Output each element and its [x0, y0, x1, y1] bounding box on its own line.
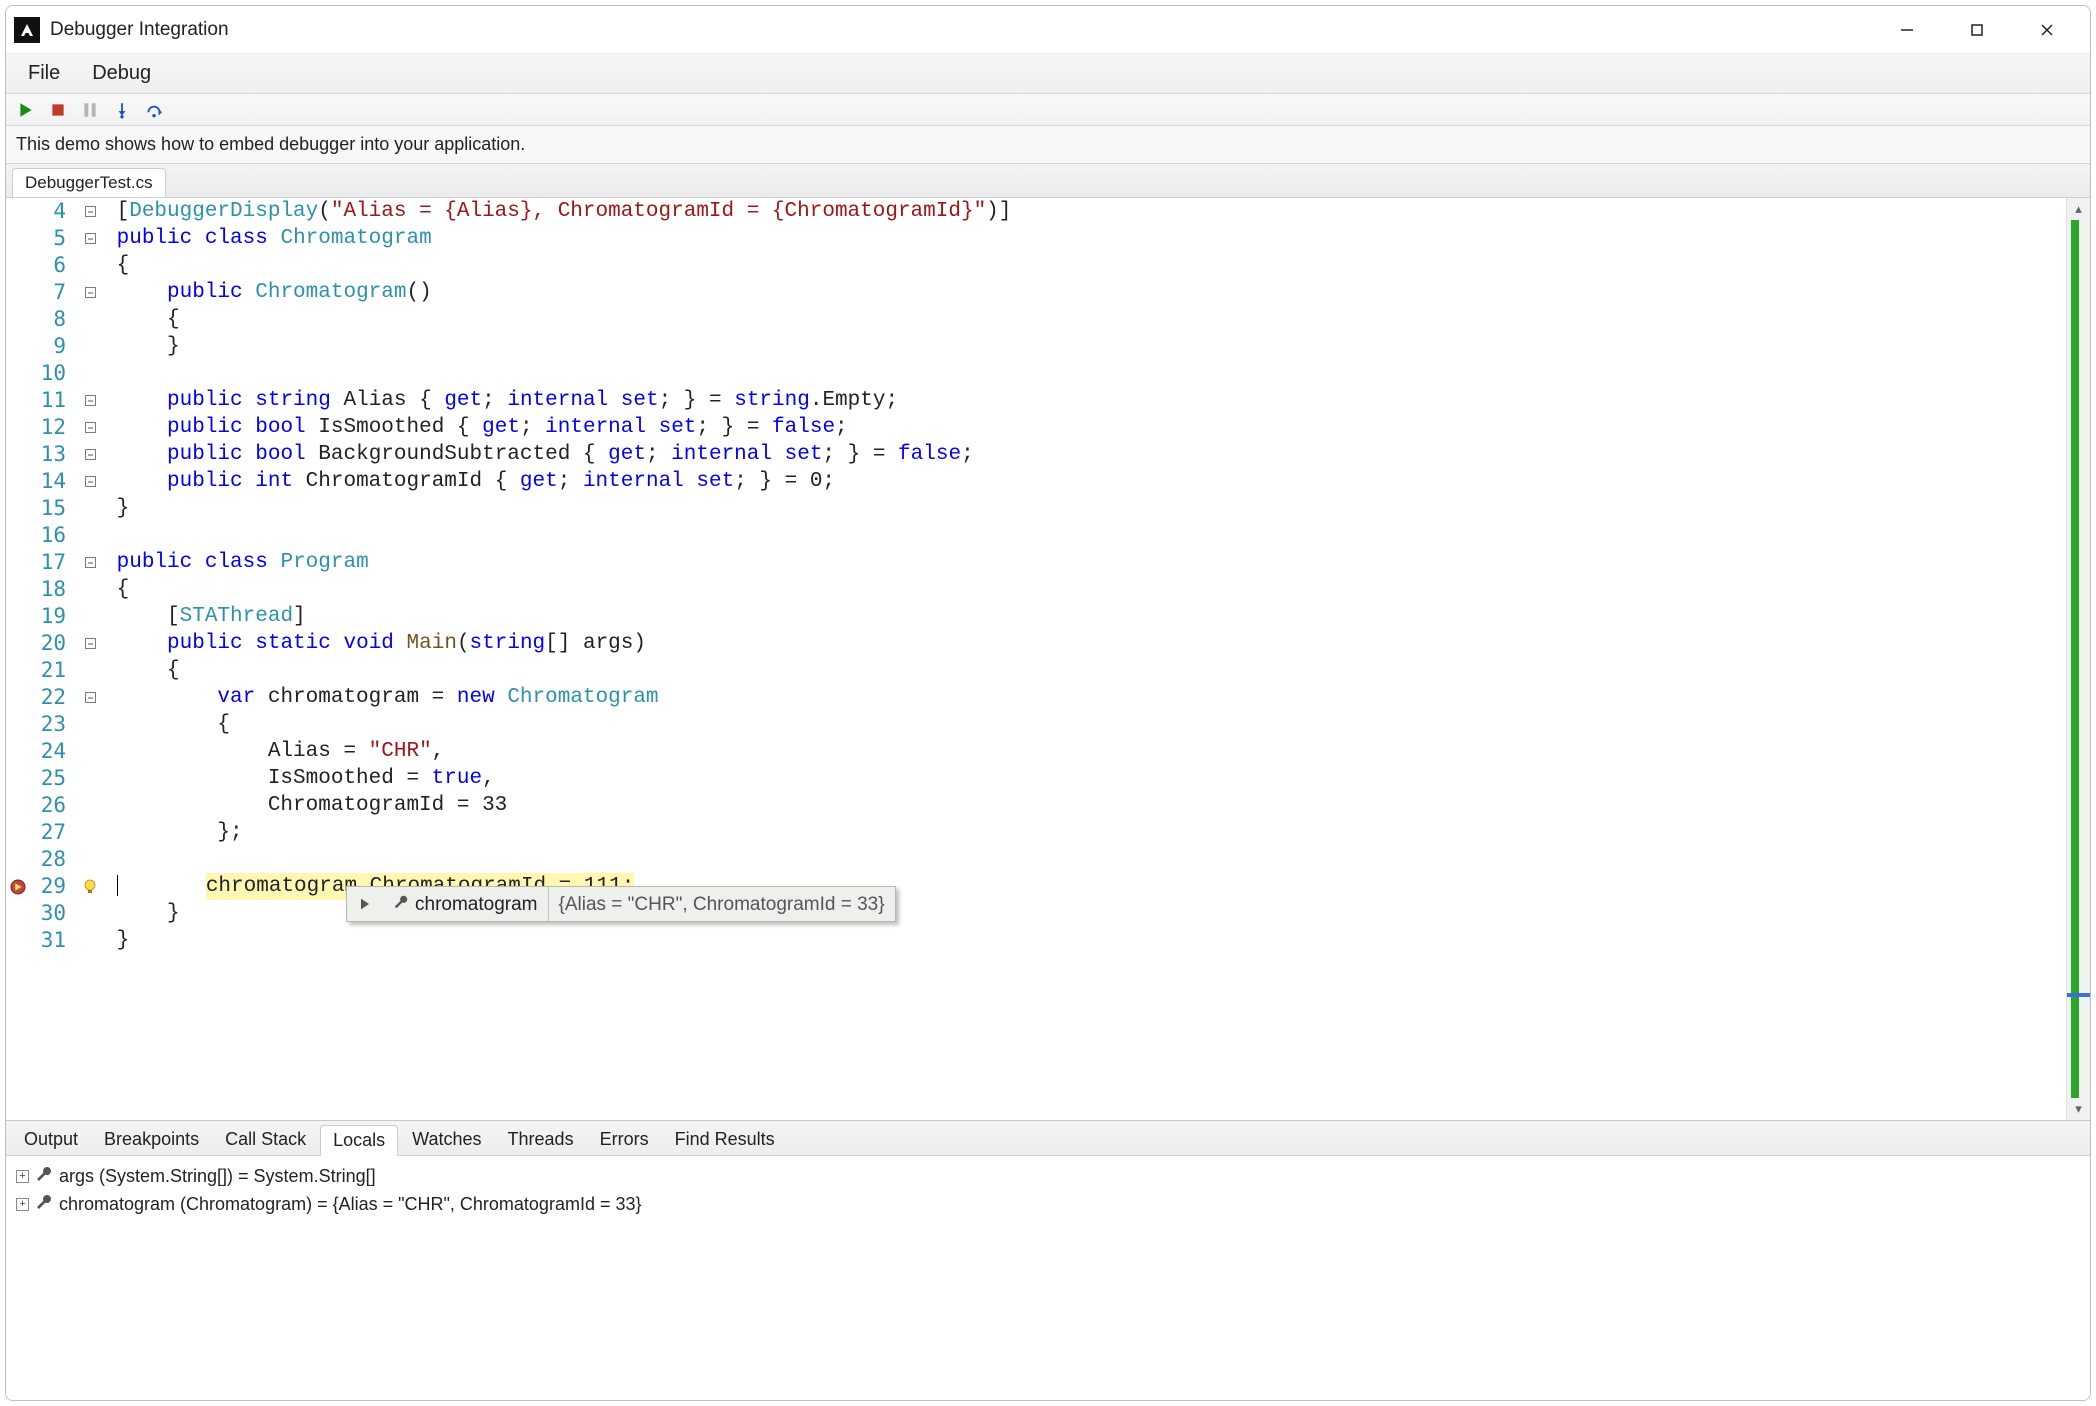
expand-icon[interactable]: + [16, 1170, 29, 1183]
menu-bar: File Debug [6, 54, 2090, 94]
expand-chevron-icon[interactable] [357, 896, 373, 912]
lightbulb-icon[interactable] [80, 878, 100, 896]
text-caret [117, 875, 118, 896]
tab-callstack[interactable]: Call Stack [213, 1125, 318, 1155]
panel-tab-strip: Output Breakpoints Call Stack Locals Wat… [6, 1121, 2090, 1156]
tab-errors[interactable]: Errors [588, 1125, 661, 1155]
fold-toggle[interactable] [85, 422, 96, 433]
debug-hover-tooltip[interactable]: chromatogram {Alias = "CHR", Chromatogra… [346, 886, 896, 922]
fold-toggle[interactable] [85, 476, 96, 487]
menu-debug[interactable]: Debug [76, 58, 167, 89]
tab-breakpoints[interactable]: Breakpoints [92, 1125, 211, 1155]
close-button[interactable] [2012, 7, 2082, 53]
locals-value: chromatogram (Chromatogram) = {Alias = "… [59, 1194, 642, 1215]
window-title: Debugger Integration [50, 19, 229, 41]
fold-toggle[interactable] [85, 206, 96, 217]
step-over-button[interactable] [140, 97, 168, 123]
code-body[interactable]: [DebuggerDisplay("Alias = {Alias}, Chrom… [100, 198, 2066, 1120]
editor-tab-strip: DebuggerTest.cs [6, 164, 2090, 198]
scroll-up-icon[interactable]: ▴ [2067, 198, 2090, 220]
toolbar [6, 94, 2090, 126]
pause-button[interactable] [76, 97, 104, 123]
run-button[interactable] [12, 97, 40, 123]
wrench-icon [393, 891, 409, 918]
overview-change-marker [2071, 220, 2079, 1098]
fold-toggle[interactable] [85, 395, 96, 406]
locals-value: args (System.String[]) = System.String[] [59, 1166, 376, 1187]
overview-caret-marker [2067, 993, 2090, 997]
fold-toggle[interactable] [85, 233, 96, 244]
tab-output[interactable]: Output [12, 1125, 90, 1155]
hover-var-value: {Alias = "CHR", ChromatogramId = 33} [549, 887, 895, 921]
fold-toggle[interactable] [85, 287, 96, 298]
expand-icon[interactable]: + [16, 1198, 29, 1211]
fold-toggle[interactable] [85, 449, 96, 460]
fold-toggle[interactable] [85, 638, 96, 649]
maximize-button[interactable] [1942, 7, 2012, 53]
tab-findresults[interactable]: Find Results [663, 1125, 787, 1155]
locals-row[interactable]: + args (System.String[]) = System.String… [16, 1162, 2080, 1190]
menu-file[interactable]: File [12, 58, 76, 89]
fold-toggle[interactable] [85, 557, 96, 568]
step-into-button[interactable] [108, 97, 136, 123]
code-editor[interactable]: 4 5 6 7 8 9 10 11 12 [6, 198, 2090, 1120]
locals-panel[interactable]: + args (System.String[]) = System.String… [6, 1156, 2090, 1400]
app-icon [14, 17, 40, 43]
scroll-down-icon[interactable]: ▾ [2067, 1098, 2090, 1120]
breakpoint-current-icon[interactable] [6, 878, 30, 896]
debug-panels: Output Breakpoints Call Stack Locals Wat… [6, 1120, 2090, 1400]
tab-threads[interactable]: Threads [496, 1125, 586, 1155]
editor-gutter: 4 5 6 7 8 9 10 11 12 [6, 198, 100, 1120]
stop-button[interactable] [44, 97, 72, 123]
file-tab[interactable]: DebuggerTest.cs [12, 168, 166, 197]
title-bar: Debugger Integration [6, 6, 2090, 54]
tab-watches[interactable]: Watches [400, 1125, 493, 1155]
info-bar: This demo shows how to embed debugger in… [6, 126, 2090, 164]
wrench-icon [35, 1165, 53, 1188]
vertical-scrollbar[interactable]: ▴ ▾ [2066, 198, 2090, 1120]
tab-locals[interactable]: Locals [320, 1125, 398, 1156]
locals-row[interactable]: + chromatogram (Chromatogram) = {Alias =… [16, 1190, 2080, 1218]
app-window: Debugger Integration File Debug [5, 5, 2091, 1401]
wrench-icon [35, 1193, 53, 1216]
hover-var-name: chromatogram [415, 891, 538, 918]
minimize-button[interactable] [1872, 7, 1942, 53]
fold-toggle[interactable] [85, 692, 96, 703]
